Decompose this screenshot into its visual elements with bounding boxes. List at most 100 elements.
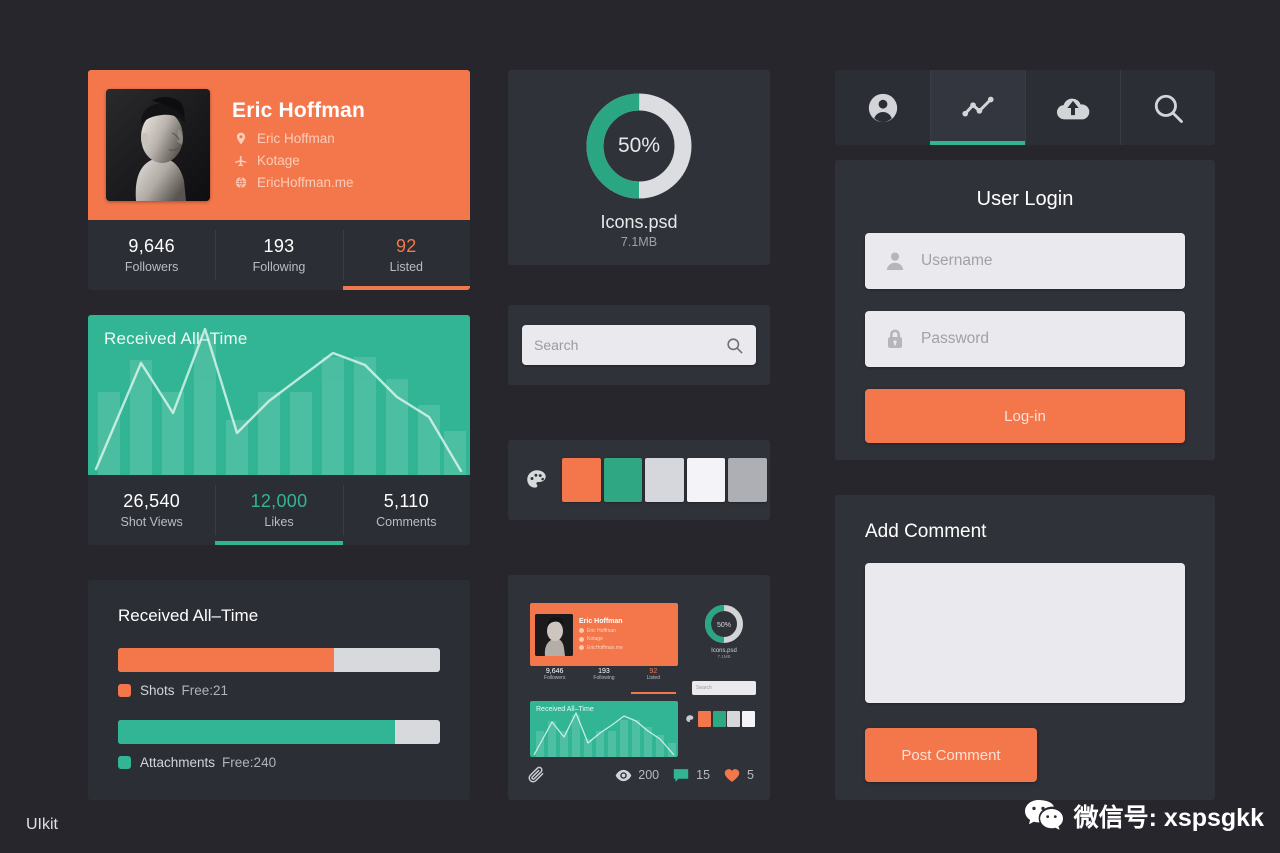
tab-search[interactable]: [1120, 70, 1215, 145]
mini-swatch-light-gray: [727, 711, 740, 727]
profile-meta-travel-text: Kotage: [257, 152, 300, 168]
stat-comments-value: 5,110: [383, 491, 429, 511]
profile-stats: 9,646 Followers 193 Following 92 Listed: [88, 220, 470, 290]
stat-listed[interactable]: 92 Listed: [342, 220, 470, 290]
mini-stat-views-value: 200: [638, 768, 660, 782]
storage-progress-card: Received All–Time Shots Free:21 Attachme…: [88, 580, 470, 800]
swatch-orange[interactable]: [562, 458, 601, 502]
mini-stat-following-value: 193: [598, 668, 610, 675]
stat-shot-views-value: 26,540: [123, 491, 181, 511]
mini-stat-listed: 92 Listed: [629, 668, 678, 694]
progress-bar-shots[interactable]: [118, 648, 440, 672]
avatar: [106, 89, 210, 201]
wechat-icon: [1024, 799, 1064, 833]
stat-followers[interactable]: 9,646 Followers: [88, 220, 215, 290]
swatch-white[interactable]: [686, 458, 726, 502]
tab-analytics-active-underline: [930, 141, 1025, 145]
stat-comments[interactable]: 5,110 Comments: [342, 475, 470, 545]
donut-percent-label: 50%: [617, 134, 661, 157]
chart-title: Received All–Time: [104, 329, 248, 348]
stat-shot-views-label: Shot Views: [120, 515, 183, 529]
username-input[interactable]: [921, 252, 1167, 270]
search-box[interactable]: [522, 325, 756, 365]
profile-meta-travel: Kotage: [232, 151, 365, 169]
airplane-icon: [579, 636, 584, 642]
mini-swatch-white: [741, 711, 755, 727]
tab-upload[interactable]: [1025, 70, 1120, 145]
mini-stat-following-label: Following: [593, 675, 615, 681]
profile-header: Eric Hoffman Eric Hoffman Kotage EricHof…: [88, 70, 470, 220]
mini-profile-meta-2: EricHoffman.me: [579, 645, 623, 651]
tab-profile[interactable]: [835, 70, 930, 145]
progress-bar-shots-fill: [118, 648, 334, 672]
login-button[interactable]: Log-in: [865, 389, 1185, 443]
svg-text:50%: 50%: [717, 622, 731, 629]
mini-profile-meta-0-text: Eric Hoffman: [587, 627, 616, 634]
mini-stat-likes: 5: [724, 768, 754, 783]
password-input[interactable]: [921, 330, 1167, 348]
stat-listed-value: 92: [396, 236, 417, 256]
stat-likes-value: 12,000: [250, 491, 308, 511]
heart-icon: [724, 768, 741, 783]
comment-textarea[interactable]: [865, 563, 1185, 703]
mini-profile-meta-0: Eric Hoffman: [579, 628, 623, 634]
mini-palette: [685, 711, 756, 727]
donut-filesize: 7.1MB: [620, 235, 658, 249]
mini-avatar: [535, 613, 573, 656]
stat-followers-value: 9,646: [128, 236, 175, 256]
stat-likes[interactable]: 12,000 Likes: [215, 475, 343, 545]
search-input[interactable]: [534, 337, 725, 353]
mini-search-placeholder: Search: [696, 685, 712, 691]
mini-chart: Received All–Time: [530, 701, 678, 757]
mini-stat-likes-value: 5: [747, 768, 754, 782]
stat-following[interactable]: 193 Following: [215, 220, 342, 290]
add-comment-title: Add Comment: [865, 521, 987, 542]
search-icon[interactable]: [725, 336, 744, 355]
progress-card-title: Received All–Time: [118, 606, 259, 625]
mini-stat-listed-value: 92: [649, 668, 658, 675]
paperclip-icon[interactable]: [526, 765, 546, 785]
location-pin-icon: [579, 628, 584, 634]
mini-stat-following: 193 Following: [579, 668, 628, 692]
cloud-upload-icon: [1056, 91, 1090, 125]
file-progress-card: 50% Icons.psd 7.1MB: [508, 70, 770, 265]
user-login-card: User Login Log-in: [835, 160, 1215, 460]
user-circle-icon: [866, 91, 900, 125]
password-field[interactable]: [865, 311, 1185, 367]
eye-icon: [615, 768, 632, 783]
comment-bubble-icon: [673, 768, 690, 783]
donut-chart: 50%: [583, 90, 695, 202]
swatch-teal[interactable]: [603, 458, 643, 502]
profile-meta-website: EricHoffman.me: [232, 173, 365, 191]
progress-dot-shots: [118, 684, 131, 697]
mini-swatch-orange: [698, 711, 711, 727]
profile-card: Eric Hoffman Eric Hoffman Kotage EricHof…: [88, 70, 470, 290]
kit-preview-card: Eric Hoffman Eric Hoffman Kotage EricHof…: [508, 575, 770, 800]
stat-listed-active-underline: [342, 286, 470, 290]
stat-listed-label: Listed: [389, 260, 423, 274]
search-icon: [1151, 91, 1185, 125]
progress-free-shots: Free:21: [181, 683, 229, 698]
progress-bar-attachments[interactable]: [118, 720, 440, 744]
icon-tab-bar: [835, 70, 1215, 145]
user-icon: [883, 249, 907, 273]
stat-following-label: Following: [252, 260, 306, 274]
username-field[interactable]: [865, 233, 1185, 289]
swatch-mid-gray[interactable]: [728, 458, 767, 502]
stat-shot-views[interactable]: 26,540 Shot Views: [88, 475, 215, 545]
progress-bars: Shots Free:21 Attachments Free:240: [88, 648, 470, 770]
progress-legend-attachments: Attachments Free:240: [118, 755, 440, 770]
ui-kit-canvas: Eric Hoffman Eric Hoffman Kotage EricHof…: [0, 0, 1280, 853]
progress-legend-shots: Shots Free:21: [118, 683, 440, 698]
globe-icon: [232, 173, 250, 191]
tab-analytics[interactable]: [930, 70, 1025, 145]
stat-likes-label: Likes: [264, 515, 294, 529]
post-comment-button[interactable]: Post Comment: [865, 728, 1037, 782]
mini-profile-meta-1: Kotage: [579, 636, 623, 642]
kit-label: UIkit: [26, 816, 58, 833]
progress-label-shots: Shots: [140, 683, 175, 698]
swatch-light-gray[interactable]: [645, 458, 684, 502]
lock-icon: [883, 327, 907, 351]
profile-meta-website-text: EricHoffman.me: [257, 174, 354, 190]
profile-meta-location: Eric Hoffman: [232, 129, 365, 147]
